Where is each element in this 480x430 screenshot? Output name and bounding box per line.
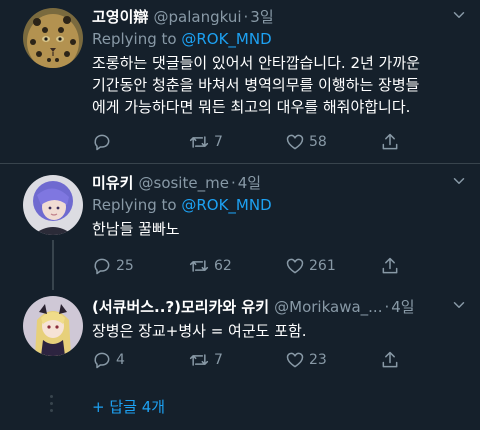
share-icon <box>382 351 398 368</box>
chevron-down-icon[interactable] <box>450 6 468 24</box>
share-button[interactable] <box>380 130 404 154</box>
tweet-header: 미유키 @sosite_me · 4일 <box>92 172 468 194</box>
tweet-actions: 7 58 <box>92 130 432 154</box>
retweet-button[interactable]: 7 <box>188 348 223 372</box>
avatar[interactable] <box>23 8 83 68</box>
timestamp[interactable]: 4일 <box>238 174 261 192</box>
retweet-count: 62 <box>214 258 232 274</box>
like-count: 58 <box>309 134 327 150</box>
share-button[interactable] <box>380 348 404 372</box>
tweet-header: (서큐버스..?)모리카와 유키 @Morikawa_... · 4일 <box>92 296 468 318</box>
timestamp[interactable]: 3일 <box>250 8 273 26</box>
retweet-button[interactable]: 7 <box>188 130 223 154</box>
mention-link[interactable]: @ROK_MND <box>181 30 271 48</box>
retweet-icon <box>189 260 209 272</box>
reply-button[interactable]: 4 <box>92 348 125 372</box>
display-name[interactable]: 고영이辯 <box>92 8 148 26</box>
tweet-text-line: 조롱하는 댓글들이 있어서 안타깝습니다. 2년 가까운 <box>92 54 420 72</box>
like-button[interactable]: 58 <box>285 130 327 154</box>
tweet-palangkui[interactable]: 고영이辯 @palangkui · 3일 Replying to @ROK_MND … <box>0 0 480 160</box>
replying-to: Replying to @ROK_MND <box>92 28 468 50</box>
separator-dot: · <box>384 298 390 316</box>
tweet-text: 한남들 꿀빠노 <box>92 218 468 240</box>
reply-count: 4 <box>116 352 125 368</box>
replying-to-label: Replying to <box>92 196 182 214</box>
reply-count: 25 <box>116 258 134 274</box>
retweet-count: 7 <box>214 352 223 368</box>
cosplayer-avatar-image <box>23 175 83 235</box>
display-name[interactable]: 미유키 <box>92 174 133 192</box>
user-handle[interactable]: @Morikawa_... <box>274 298 382 316</box>
display-name[interactable]: (서큐버스..?)모리카와 유키 <box>92 298 269 316</box>
share-icon <box>382 133 398 150</box>
reply-button[interactable] <box>92 130 116 154</box>
retweet-count: 7 <box>214 134 223 150</box>
reply-button[interactable]: 25 <box>92 254 134 278</box>
tweet-text-line: 한남들 꿀빠노 <box>92 220 180 238</box>
share-icon <box>382 257 398 274</box>
user-handle[interactable]: @sosite_me <box>139 174 229 192</box>
retweet-icon <box>189 354 209 366</box>
user-handle[interactable]: @palangkui <box>154 8 242 26</box>
separator-dot: · <box>243 8 249 26</box>
separator-dot: · <box>230 174 236 192</box>
reply-icon <box>94 258 110 275</box>
thread-connector <box>52 240 54 290</box>
like-count: 261 <box>309 258 336 274</box>
tweet-actions: 25 62 261 <box>92 254 432 278</box>
tweet-sosite-me[interactable]: 미유키 @sosite_me · 4일 Replying to @ROK_MND 한… <box>0 170 480 290</box>
share-button[interactable] <box>380 254 404 278</box>
replying-to: Replying to @ROK_MND <box>92 194 468 216</box>
tweet-text: 조롱하는 댓글들이 있어서 안타깝습니다. 2년 가까운 기간동안 청춘을 바쳐… <box>92 52 468 118</box>
anime-avatar-image <box>23 296 83 356</box>
divider <box>0 163 480 164</box>
tweet-header: 고영이辯 @palangkui · 3일 <box>92 6 468 28</box>
timestamp[interactable]: 4일 <box>391 298 414 316</box>
avatar[interactable] <box>23 175 83 235</box>
chevron-down-icon[interactable] <box>450 296 468 314</box>
heart-icon <box>286 258 304 274</box>
retweet-button[interactable]: 62 <box>188 254 232 278</box>
chevron-down-icon[interactable] <box>450 172 468 190</box>
retweet-icon <box>189 136 209 148</box>
avatar[interactable] <box>23 296 83 356</box>
tweet-text-line: 기간동안 청춘을 바쳐서 병역의무를 이행하는 장병들 <box>92 76 420 94</box>
leopard-avatar-image <box>23 8 83 68</box>
reply-thread: 고영이辯 @palangkui · 3일 Replying to @ROK_MND … <box>0 0 480 430</box>
like-button[interactable]: 23 <box>285 348 327 372</box>
replying-to-label: Replying to <box>92 30 182 48</box>
like-count: 23 <box>309 352 327 368</box>
tweet-actions: 4 7 23 <box>92 348 432 372</box>
tweet-text: 장병은 장교+병사 = 여군도 포함. <box>92 320 468 342</box>
tweet-text-line: 장병은 장교+병사 = 여군도 포함. <box>92 322 307 340</box>
reply-icon <box>94 352 110 369</box>
mention-link[interactable]: @ROK_MND <box>181 196 271 214</box>
like-button[interactable]: 261 <box>285 254 336 278</box>
tweet-morikawa[interactable]: (서큐버스..?)모리카와 유키 @Morikawa_... · 4일 장병은 장교… <box>0 292 480 387</box>
heart-icon <box>286 134 304 150</box>
heart-icon <box>286 352 304 368</box>
show-more-replies-link[interactable]: + 답글 4개 <box>92 396 165 417</box>
thread-dots <box>50 395 53 416</box>
reply-icon <box>94 134 110 151</box>
tweet-text-line: 에게 가능하다면 뭐든 최고의 대우를 해줘야합니다. <box>92 98 411 116</box>
